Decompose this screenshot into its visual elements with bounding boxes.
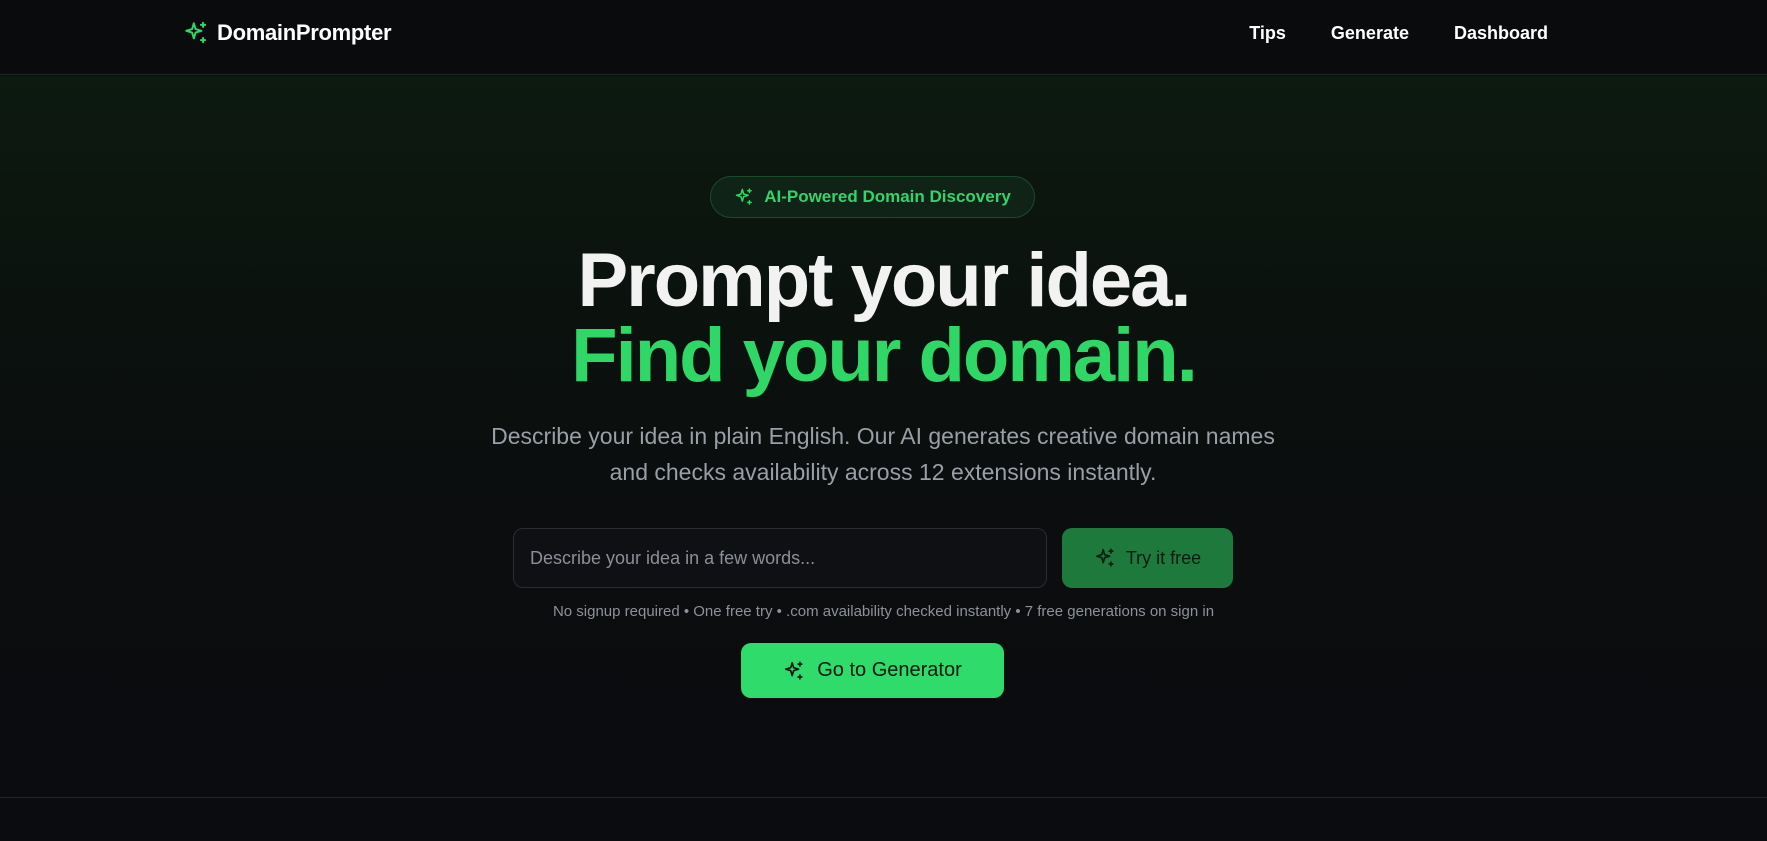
feature-badge: AI-Powered Domain Discovery — [710, 176, 1035, 218]
try-it-free-button[interactable]: Try it free — [1062, 528, 1233, 588]
headline-accent: Find your domain. — [571, 313, 1198, 398]
sparkles-icon — [1095, 548, 1114, 567]
nav-link-tips[interactable]: Tips — [1249, 20, 1286, 46]
subtitle-line-1: Describe your idea in plain English. Our… — [491, 423, 1275, 449]
sparkles-icon — [185, 21, 207, 44]
signup-hint: No signup required • One free try • .com… — [552, 603, 1215, 620]
nav-link-generate[interactable]: Generate — [1331, 20, 1409, 46]
generator-button-label: Go to Generator — [817, 659, 962, 681]
nav-link-dashboard[interactable]: Dashboard — [1454, 20, 1548, 46]
main-nav: Tips Generate Dashboard — [1249, 20, 1548, 46]
sparkles-icon — [785, 660, 803, 680]
subtitle-line-2: and checks availability across 12 extens… — [609, 459, 1157, 485]
brand-name: DomainPrompter — [217, 20, 392, 45]
hero-section: AI-Powered Domain Discovery Prompt your … — [0, 76, 1767, 798]
idea-input[interactable] — [513, 528, 1047, 588]
headline-primary: Prompt your idea. — [577, 238, 1191, 323]
brand-logo[interactable]: DomainPrompter — [183, 19, 392, 47]
try-button-label: Try it free — [1125, 547, 1202, 568]
go-to-generator-button[interactable]: Go to Generator — [741, 643, 1004, 698]
top-navbar: DomainPrompter Tips Generate Dashboard — [0, 0, 1767, 75]
badge-label: AI-Powered Domain Discovery — [764, 187, 1011, 206]
sparkles-icon — [735, 188, 753, 205]
hero-subtitle: Describe your idea in plain English. Our… — [383, 418, 1383, 490]
